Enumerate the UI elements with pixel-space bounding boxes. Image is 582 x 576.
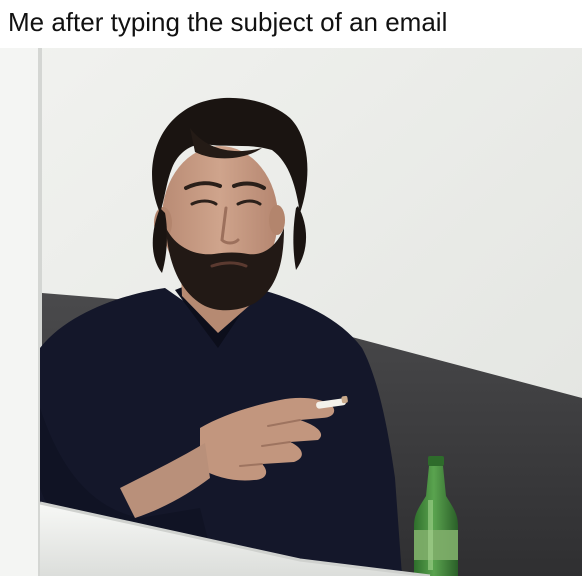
meme-caption: Me after typing the subject of an email <box>8 7 448 37</box>
cigarette-tip <box>341 395 348 404</box>
bottle-highlight <box>428 500 433 570</box>
left-pillar <box>0 48 42 576</box>
bottle-cap <box>428 456 444 466</box>
meme-photo <box>0 48 582 576</box>
right-ear <box>269 205 285 235</box>
photo-illustration <box>0 48 582 576</box>
meme: Me after typing the subject of an email <box>0 0 582 576</box>
bottle-label <box>414 530 458 560</box>
